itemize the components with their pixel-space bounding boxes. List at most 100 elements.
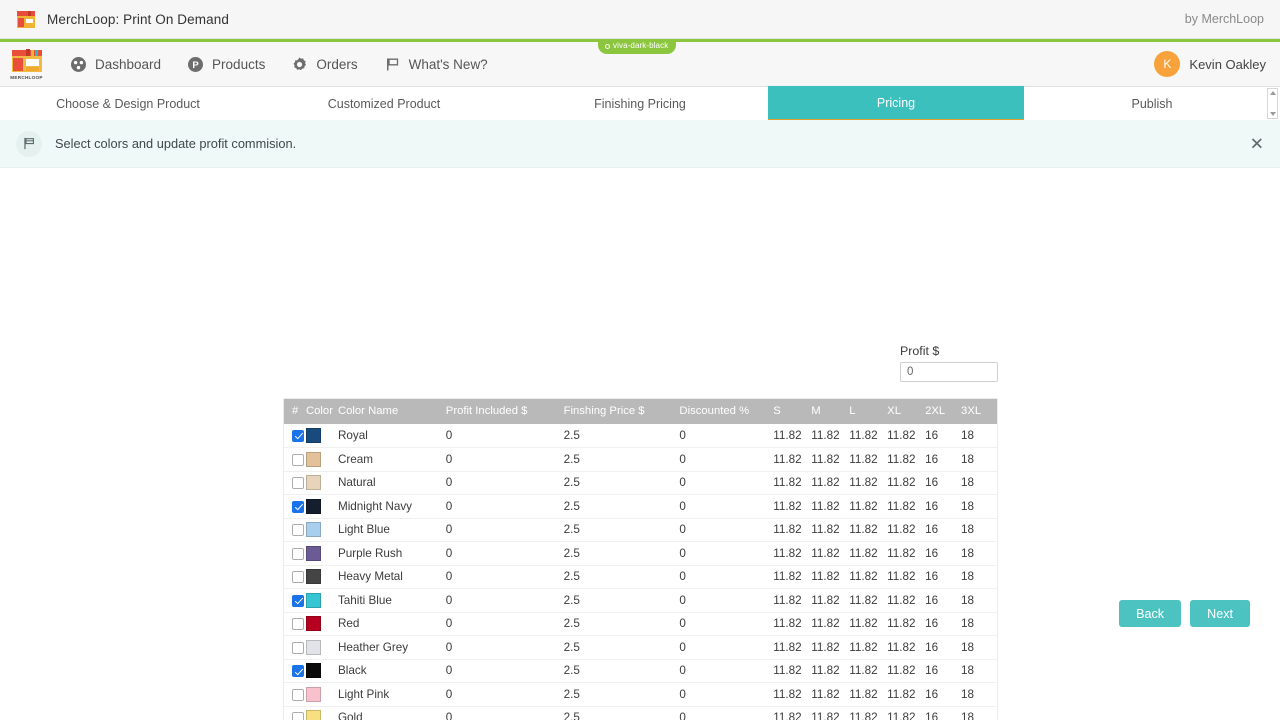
- color-swatch: [306, 616, 321, 631]
- th-color-name: Color Name: [338, 399, 446, 424]
- size-s-cell: 11.82: [773, 424, 811, 448]
- row-select-cell[interactable]: [284, 518, 306, 542]
- back-button[interactable]: Back: [1119, 600, 1181, 627]
- size-xl-cell: 11.82: [887, 495, 925, 519]
- row-select-cell[interactable]: [284, 683, 306, 707]
- banner-flag-icon: [16, 131, 42, 157]
- color-name-cell: Gold: [338, 706, 446, 720]
- row-checkbox[interactable]: [292, 595, 304, 607]
- theme-badge: viva-dark-black: [598, 39, 676, 54]
- profit-included-cell: 0: [446, 589, 564, 613]
- size-s-cell: 11.82: [773, 448, 811, 472]
- table-header-row: # Color Color Name Profit Included $ Fin…: [284, 399, 997, 424]
- size-xl-cell: 11.82: [887, 518, 925, 542]
- row-select-cell[interactable]: [284, 542, 306, 566]
- brand-logo[interactable]: MERCHLOOP: [3, 42, 50, 87]
- profit-input[interactable]: [900, 362, 998, 382]
- profit-field-group: Profit $: [900, 344, 998, 382]
- tabs-scrollbar[interactable]: [1267, 88, 1278, 119]
- color-name-cell: Light Pink: [338, 683, 446, 707]
- nav-item-orders[interactable]: Orders: [291, 56, 357, 73]
- finishing-price-cell: 2.5: [564, 659, 680, 683]
- color-swatch-cell: [306, 612, 338, 636]
- size-2xl-cell: 16: [925, 495, 961, 519]
- table-row: Purple Rush02.5011.8211.8211.8211.821618: [284, 542, 997, 566]
- window-titlebar: MerchLoop: Print On Demand by MerchLoop: [0, 0, 1280, 39]
- size-m-cell: 11.82: [811, 636, 849, 660]
- row-checkbox[interactable]: [292, 501, 304, 513]
- size-xl-cell: 11.82: [887, 636, 925, 660]
- row-select-cell[interactable]: [284, 706, 306, 720]
- row-checkbox[interactable]: [292, 454, 304, 466]
- row-select-cell[interactable]: [284, 589, 306, 613]
- nav-item-dashboard[interactable]: Dashboard: [70, 56, 161, 73]
- tab-pricing[interactable]: Pricing: [768, 86, 1024, 122]
- th-profit-included: Profit Included $: [446, 399, 564, 424]
- size-3xl-cell: 18: [961, 565, 997, 589]
- size-s-cell: 11.82: [773, 495, 811, 519]
- user-menu[interactable]: K Kevin Oakley: [1154, 51, 1266, 77]
- color-swatch-cell: [306, 448, 338, 472]
- banner-message: Select colors and update profit commisio…: [55, 136, 296, 151]
- size-3xl-cell: 18: [961, 659, 997, 683]
- tab-publish[interactable]: Publish: [1024, 87, 1280, 120]
- row-checkbox[interactable]: [292, 712, 304, 720]
- size-l-cell: 11.82: [849, 518, 887, 542]
- size-3xl-cell: 18: [961, 424, 997, 448]
- step-tabs: Choose & Design Product Customized Produ…: [0, 87, 1280, 120]
- color-swatch-cell: [306, 589, 338, 613]
- next-button[interactable]: Next: [1190, 600, 1250, 627]
- row-select-cell[interactable]: [284, 424, 306, 448]
- finishing-price-cell: 2.5: [564, 424, 680, 448]
- table-row: Heather Grey02.5011.8211.8211.8211.82161…: [284, 636, 997, 660]
- tab-finishing-pricing[interactable]: Finishing Pricing: [512, 87, 768, 120]
- row-checkbox[interactable]: [292, 571, 304, 583]
- close-icon[interactable]: ✕: [1250, 135, 1264, 152]
- nav-item-products[interactable]: P Products: [187, 56, 265, 73]
- row-checkbox[interactable]: [292, 665, 304, 677]
- table-row: Natural02.5011.8211.8211.8211.821618: [284, 471, 997, 495]
- row-checkbox[interactable]: [292, 430, 304, 442]
- th-size-l: L: [849, 399, 887, 424]
- table-row: Royal02.5011.8211.8211.8211.821618: [284, 424, 997, 448]
- row-select-cell[interactable]: [284, 495, 306, 519]
- tab-customized-product[interactable]: Customized Product: [256, 87, 512, 120]
- color-swatch: [306, 452, 321, 467]
- row-checkbox[interactable]: [292, 548, 304, 560]
- nav-item-whats-new[interactable]: What's New?: [384, 56, 488, 73]
- size-m-cell: 11.82: [811, 542, 849, 566]
- size-m-cell: 11.82: [811, 471, 849, 495]
- size-l-cell: 11.82: [849, 659, 887, 683]
- size-s-cell: 11.82: [773, 659, 811, 683]
- size-2xl-cell: 16: [925, 636, 961, 660]
- color-swatch: [306, 687, 321, 702]
- size-m-cell: 11.82: [811, 706, 849, 720]
- row-select-cell[interactable]: [284, 471, 306, 495]
- table-row: Heavy Metal02.5011.8211.8211.8211.821618: [284, 565, 997, 589]
- tab-label: Publish: [1132, 97, 1173, 111]
- row-select-cell[interactable]: [284, 636, 306, 660]
- scroll-down-arrow-icon[interactable]: [1270, 112, 1276, 116]
- row-select-cell[interactable]: [284, 659, 306, 683]
- row-checkbox[interactable]: [292, 524, 304, 536]
- row-select-cell[interactable]: [284, 612, 306, 636]
- th-size-m: M: [811, 399, 849, 424]
- size-2xl-cell: 16: [925, 448, 961, 472]
- row-checkbox[interactable]: [292, 689, 304, 701]
- step-tabs-bar: Choose & Design Product Customized Produ…: [0, 87, 1280, 120]
- tab-choose-design-product[interactable]: Choose & Design Product: [0, 87, 256, 120]
- size-xl-cell: 11.82: [887, 542, 925, 566]
- th-size-2xl: 2XL: [925, 399, 961, 424]
- size-3xl-cell: 18: [961, 471, 997, 495]
- row-checkbox[interactable]: [292, 618, 304, 630]
- row-select-cell[interactable]: [284, 448, 306, 472]
- row-checkbox[interactable]: [292, 477, 304, 489]
- color-name-cell: Cream: [338, 448, 446, 472]
- size-s-cell: 11.82: [773, 612, 811, 636]
- size-l-cell: 11.82: [849, 542, 887, 566]
- gear-icon: [291, 56, 308, 73]
- size-m-cell: 11.82: [811, 565, 849, 589]
- row-select-cell[interactable]: [284, 565, 306, 589]
- row-checkbox[interactable]: [292, 642, 304, 654]
- scroll-up-arrow-icon[interactable]: [1270, 91, 1276, 95]
